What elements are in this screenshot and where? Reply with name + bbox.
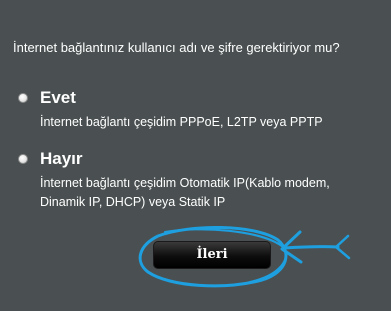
option-yes-title[interactable]: Evet — [40, 88, 76, 108]
next-button[interactable]: İleri — [153, 241, 271, 269]
option-yes-description: İnternet bağlantı çeşidim PPPoE, L2TP ve… — [40, 113, 323, 132]
arrow-head — [280, 230, 303, 264]
arrow-shaft — [282, 245, 340, 250]
option-no-description-line-2: Dinamik IP, DHCP) veya Statik IP — [40, 195, 226, 209]
option-no-description-line-1: İnternet bağlantı çeşidim Otomatik IP(Ka… — [40, 176, 330, 190]
question-text: İnternet bağlantınız kullanıcı adı ve şi… — [13, 40, 340, 55]
option-no-title[interactable]: Hayır — [40, 149, 83, 169]
radio-no[interactable] — [18, 154, 28, 164]
option-yes-description-line: İnternet bağlantı çeşidim PPPoE, L2TP ve… — [40, 115, 323, 129]
option-no-description: İnternet bağlantı çeşidim Otomatik IP(Ka… — [40, 174, 330, 212]
arrow-tail-upper — [334, 234, 351, 260]
radio-yes[interactable] — [18, 93, 28, 103]
